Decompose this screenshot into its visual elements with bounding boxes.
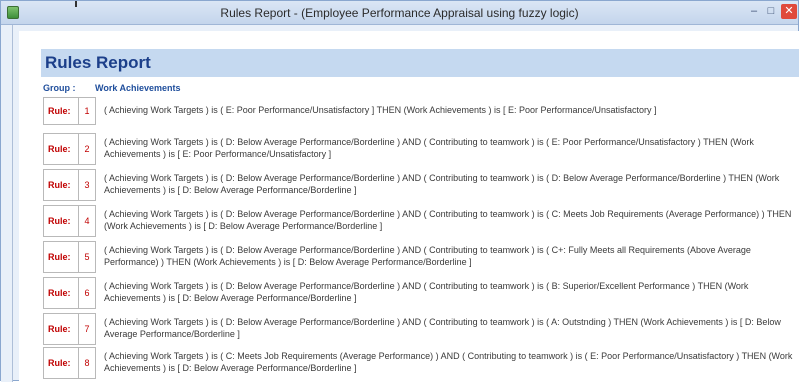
rule-label: Rule: [43,347,78,379]
report-header: Rules Report [41,49,799,77]
rule-row: Rule: 8 ( Achieving Work Targets ) is ( … [43,347,799,379]
rule-label: Rule: [43,277,78,309]
rule-label: Rule: [43,205,78,237]
rule-number: 3 [78,169,96,201]
rule-number: 1 [78,97,96,125]
rule-row: Rule: 2 ( Achieving Work Targets ) is ( … [43,133,799,165]
report-page: Rules Report Group : Work Achievements R… [19,31,799,382]
group-value: Work Achievements [95,83,181,93]
rule-number: 5 [78,241,96,273]
rule-number: 8 [78,347,96,379]
rule-label: Rule: [43,97,78,125]
rule-text: ( Achieving Work Targets ) is ( D: Below… [104,173,780,195]
rule-row: Rule: 3 ( Achieving Work Targets ) is ( … [43,169,799,201]
rule-label: Rule: [43,241,78,273]
rule-label: Rule: [43,313,78,345]
rule-row: Rule: 5 ( Achieving Work Targets ) is ( … [43,241,799,273]
rule-text: ( Achieving Work Targets ) is ( D: Below… [104,245,751,267]
rule-label: Rule: [43,169,78,201]
rule-text: ( Achieving Work Targets ) is ( E: Poor … [104,105,657,115]
rule-number: 7 [78,313,96,345]
rule-number: 6 [78,277,96,309]
rule-row: Rule: 7 ( Achieving Work Targets ) is ( … [43,313,799,345]
rule-text: ( Achieving Work Targets ) is ( C: Meets… [104,351,793,373]
rule-text: ( Achieving Work Targets ) is ( D: Below… [104,281,749,303]
rule-number: 4 [78,205,96,237]
rule-row: Rule: 4 ( Achieving Work Targets ) is ( … [43,205,799,237]
rule-row: Rule: 1 ( Achieving Work Targets ) is ( … [43,97,799,125]
window-title: Rules Report - (Employee Performance App… [220,6,579,20]
title-bar[interactable]: Rules Report - (Employee Performance App… [1,1,798,25]
side-frame [1,25,13,382]
group-label: Group : [43,83,76,93]
minimize-icon[interactable]: – [747,4,761,19]
report-title: Rules Report [45,53,151,72]
rule-text: ( Achieving Work Targets ) is ( D: Below… [104,137,754,159]
rule-text: ( Achieving Work Targets ) is ( D: Below… [104,317,781,339]
close-icon[interactable]: ✕ [781,4,797,19]
rule-row: Rule: 6 ( Achieving Work Targets ) is ( … [43,277,799,309]
rule-number: 2 [78,133,96,165]
rule-text: ( Achieving Work Targets ) is ( D: Below… [104,209,792,231]
maximize-icon[interactable]: □ [764,4,778,19]
report-window: Rules Report - (Employee Performance App… [0,0,799,382]
rule-label: Rule: [43,133,78,165]
